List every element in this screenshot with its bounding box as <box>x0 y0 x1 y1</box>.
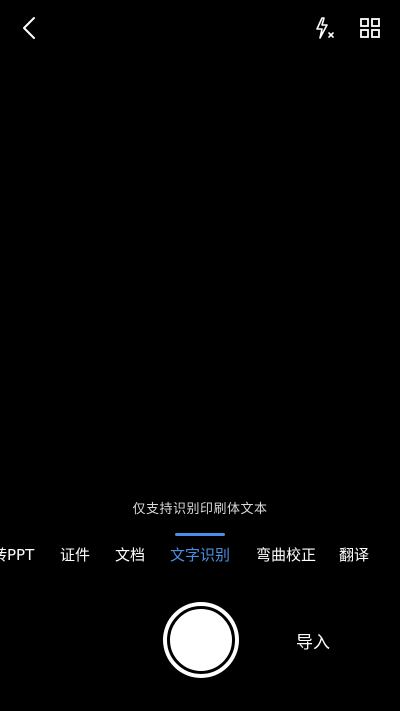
shutter-button[interactable] <box>163 602 239 678</box>
mode-curve-correction[interactable]: 弯曲校正 <box>256 544 316 565</box>
mode-ppt[interactable]: 转PPT <box>0 544 34 565</box>
chevron-left-icon <box>23 17 35 39</box>
layout-toggle-button[interactable] <box>354 12 386 44</box>
flash-toggle-button[interactable] <box>308 12 340 44</box>
import-button[interactable]: 导入 <box>296 628 330 653</box>
flash-off-icon <box>316 17 334 39</box>
camera-viewfinder[interactable] <box>0 56 400 486</box>
grid-layout-icon <box>360 18 380 38</box>
shutter-icon <box>167 606 235 674</box>
active-mode-indicator <box>175 533 225 536</box>
top-bar <box>0 0 400 56</box>
mode-selector: 转PPT 证件 文档 文字识别 弯曲校正 翻译 <box>0 540 400 570</box>
mode-translate[interactable]: 翻译 <box>339 544 369 565</box>
mode-document[interactable]: 文档 <box>115 544 145 565</box>
hint-text: 仅支持识别印刷体文本 <box>132 502 268 517</box>
back-button[interactable] <box>14 12 46 44</box>
mode-text-recognition[interactable]: 文字识别 <box>170 544 230 565</box>
mode-id-card[interactable]: 证件 <box>60 544 90 565</box>
